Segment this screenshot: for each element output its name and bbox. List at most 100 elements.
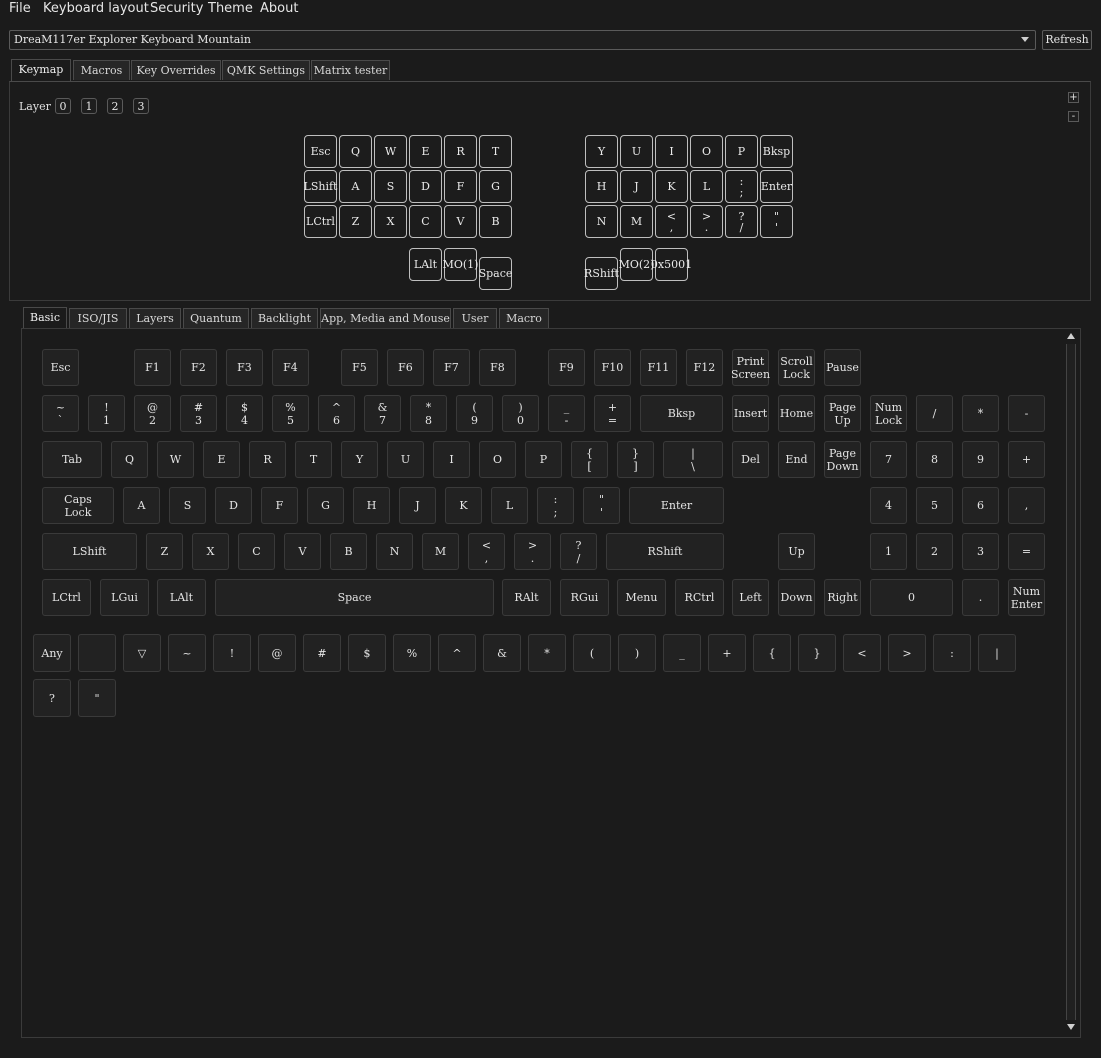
layout-key-a[interactable]: A [339, 170, 372, 203]
keycode-y[interactable]: Y [341, 441, 378, 478]
layout-key-symbol[interactable]: : ; [725, 170, 758, 203]
keycode-x[interactable]: X [192, 533, 229, 570]
layout-key-lctrl[interactable]: LCtrl [304, 205, 337, 238]
layout-key-bksp[interactable]: Bksp [760, 135, 793, 168]
keycode-insert[interactable]: Insert [732, 395, 769, 432]
keycode-r[interactable]: R [249, 441, 286, 478]
special-key-item-10[interactable]: & [483, 634, 521, 672]
keycode-o[interactable]: O [479, 441, 516, 478]
keycode-4[interactable]: $ 4 [226, 395, 263, 432]
keycode-f12[interactable]: F12 [686, 349, 723, 386]
layout-key-i[interactable]: I [655, 135, 688, 168]
keycode-5[interactable]: 5 [916, 487, 953, 524]
keycode-e[interactable]: E [203, 441, 240, 478]
keycode-right[interactable]: Right [824, 579, 861, 616]
layout-key-esc[interactable]: Esc [304, 135, 337, 168]
keycode-6[interactable]: 6 [962, 487, 999, 524]
layout-key-e[interactable]: E [409, 135, 442, 168]
layout-key-t[interactable]: T [479, 135, 512, 168]
menu-theme[interactable]: Theme [208, 1, 253, 16]
layout-key-m[interactable]: M [620, 205, 653, 238]
zoom-in-button[interactable]: + [1068, 92, 1079, 103]
special-key-item-9[interactable]: ^ [438, 634, 476, 672]
keycode-down[interactable]: Down [778, 579, 815, 616]
keycode-7[interactable]: 7 [870, 441, 907, 478]
keycode-bksp[interactable]: Bksp [640, 395, 723, 432]
keycode-b[interactable]: B [330, 533, 367, 570]
special-key-item-23[interactable]: " [78, 679, 116, 717]
menu-security[interactable]: Security [150, 1, 203, 16]
keycode-f1[interactable]: F1 [134, 349, 171, 386]
keycode-tab-app-media-and-mouse[interactable]: App, Media and Mouse [320, 308, 451, 328]
layout-key-n[interactable]: N [585, 205, 618, 238]
keycode-d[interactable]: D [215, 487, 252, 524]
layout-key-x[interactable]: X [374, 205, 407, 238]
special-key-item-19[interactable]: > [888, 634, 926, 672]
keycode-3[interactable]: 3 [962, 533, 999, 570]
special-key-item-22[interactable]: ? [33, 679, 71, 717]
layout-key-mo-2[interactable]: MO(2) [619, 248, 654, 281]
keycode-l[interactable]: L [491, 487, 528, 524]
layout-key-symbol[interactable]: ? / [725, 205, 758, 238]
tab-macros[interactable]: Macros [73, 60, 130, 80]
keycode-num-lock[interactable]: Num Lock [870, 395, 907, 432]
keycode-symbol[interactable]: " ' [583, 487, 620, 524]
scroll-down-icon[interactable] [1067, 1024, 1075, 1030]
tab-key-overrides[interactable]: Key Overrides [131, 60, 221, 80]
layout-key-mo-1[interactable]: MO(1) [443, 248, 478, 281]
special-key-item-7[interactable]: $ [348, 634, 386, 672]
keycode-num-enter[interactable]: Num Enter [1008, 579, 1045, 616]
layout-key-p[interactable]: P [725, 135, 758, 168]
keycode-6[interactable]: ^ 6 [318, 395, 355, 432]
scroll-up-icon[interactable] [1067, 333, 1075, 339]
keycode-symbol[interactable]: ? / [560, 533, 597, 570]
layout-key-s[interactable]: S [374, 170, 407, 203]
keycode-enter[interactable]: Enter [629, 487, 724, 524]
keycode-7[interactable]: & 7 [364, 395, 401, 432]
keycode-0[interactable]: ) 0 [502, 395, 539, 432]
keycode-g[interactable]: G [307, 487, 344, 524]
layout-key-k[interactable]: K [655, 170, 688, 203]
keycode-tab-quantum[interactable]: Quantum [183, 308, 249, 328]
special-key-item-5[interactable]: @ [258, 634, 296, 672]
keycode-i[interactable]: I [433, 441, 470, 478]
keycode-m[interactable]: M [422, 533, 459, 570]
keycode-0[interactable]: 0 [870, 579, 953, 616]
keyboard-select[interactable]: DreaM117er Explorer Keyboard Mountain [9, 30, 1036, 50]
keycode-symbol[interactable]: : ; [537, 487, 574, 524]
keycode-left[interactable]: Left [732, 579, 769, 616]
layout-key-l[interactable]: L [690, 170, 723, 203]
special-key-item-13[interactable]: ) [618, 634, 656, 672]
keycode-tab-backlight[interactable]: Backlight [251, 308, 318, 328]
keycode-9[interactable]: ( 9 [456, 395, 493, 432]
layout-key-o[interactable]: O [690, 135, 723, 168]
layout-key-y[interactable]: Y [585, 135, 618, 168]
layout-key-w[interactable]: W [374, 135, 407, 168]
layout-key-symbol[interactable]: > . [690, 205, 723, 238]
keycode-tab-macro[interactable]: Macro [499, 308, 549, 328]
keycode-rgui[interactable]: RGui [560, 579, 609, 616]
keycode-3[interactable]: # 3 [180, 395, 217, 432]
layout-key-h[interactable]: H [585, 170, 618, 203]
special-key-item-8[interactable]: % [393, 634, 431, 672]
layout-key-0x5001[interactable]: 0x5001 [651, 248, 692, 281]
keycode-page-up[interactable]: Page Up [824, 395, 861, 432]
layer-button-1[interactable]: 1 [81, 98, 97, 114]
menu-keyboard-layout[interactable]: Keyboard layout [43, 1, 149, 16]
keycode-symbol[interactable]: > . [514, 533, 551, 570]
special-key-item-2[interactable]: ▽ [123, 634, 161, 672]
keycode-up[interactable]: Up [778, 533, 815, 570]
keycode-5[interactable]: % 5 [272, 395, 309, 432]
special-key-item-14[interactable]: _ [663, 634, 701, 672]
tab-keymap[interactable]: Keymap [11, 59, 71, 81]
zoom-out-button[interactable]: - [1068, 111, 1079, 122]
layout-key-rshift[interactable]: RShift [584, 257, 619, 290]
keycode-tab-basic[interactable]: Basic [23, 307, 67, 329]
keycode-f8[interactable]: F8 [479, 349, 516, 386]
keycode-c[interactable]: C [238, 533, 275, 570]
keycode-h[interactable]: H [353, 487, 390, 524]
keycode-tab-layers[interactable]: Layers [129, 308, 181, 328]
special-key-item-4[interactable]: ! [213, 634, 251, 672]
keycode-p[interactable]: P [525, 441, 562, 478]
layout-key-r[interactable]: R [444, 135, 477, 168]
